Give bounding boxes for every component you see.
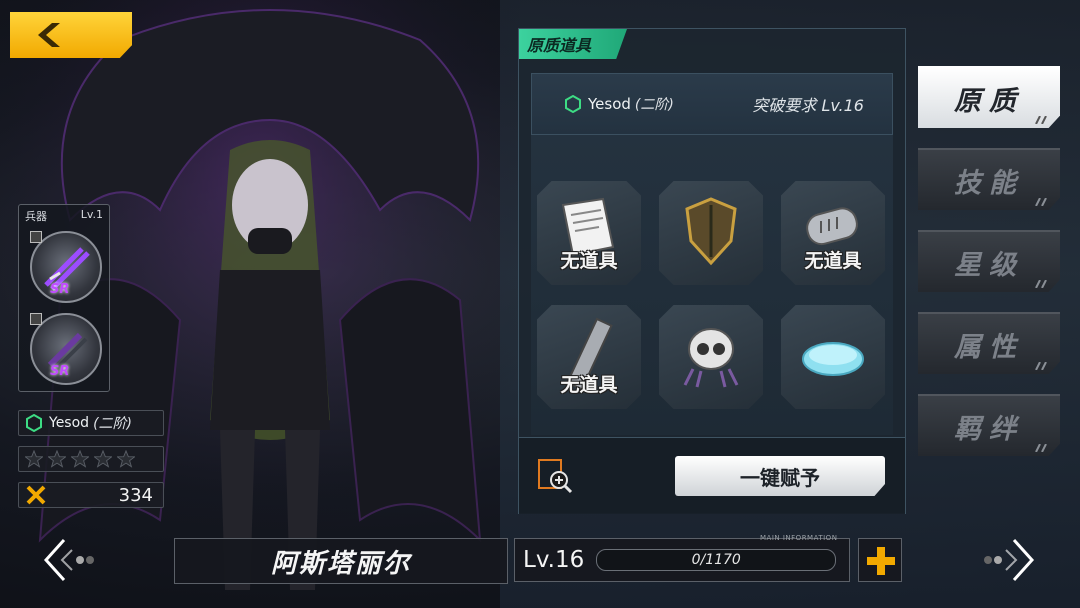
- stripes-icon: [1035, 116, 1047, 124]
- soap-icon: [802, 342, 864, 376]
- chevron-left-icon: [38, 23, 60, 47]
- requirement-class: Yesod: [588, 95, 631, 113]
- item-slot-book[interactable]: 无道具: [537, 181, 641, 285]
- tab-label: 羁绊: [954, 413, 1024, 445]
- tab-skills[interactable]: 技能: [918, 148, 1060, 210]
- class-row: Yesod (二阶): [18, 410, 164, 436]
- rarity-badge: SR: [50, 364, 70, 379]
- crossed-swords-icon: [26, 485, 46, 505]
- tab-label: 原质: [954, 85, 1024, 117]
- level-panel: Lv.16 0/1170: [514, 538, 850, 582]
- item-slot-shield[interactable]: [659, 181, 763, 285]
- weapon-level: Lv.1: [80, 208, 103, 221]
- no-item-label: 无道具: [560, 374, 618, 396]
- tab-label: 星级: [954, 249, 1024, 281]
- stripes-icon: [1035, 280, 1047, 288]
- hexagon-icon: [25, 414, 43, 432]
- star-icon: [71, 450, 89, 468]
- hexagon-icon: [564, 95, 582, 113]
- class-name: Yesod: [49, 415, 90, 431]
- weapon-slot-1[interactable]: SR: [30, 231, 102, 303]
- plus-icon: [867, 547, 895, 575]
- star-row: [18, 446, 164, 472]
- no-item-label: 无道具: [804, 250, 862, 272]
- item-grid: 无道具 无道具 无道具: [531, 135, 893, 435]
- tab-attributes[interactable]: 属性: [918, 312, 1060, 374]
- exp-text: 0/1170: [691, 552, 741, 568]
- tab-label: 技能: [954, 167, 1024, 199]
- tab-bonds[interactable]: 羁绊: [918, 394, 1060, 456]
- weapon-panel: 兵器 Lv.1 SR SR: [18, 204, 110, 392]
- panel-tab: 原质道具: [519, 29, 627, 59]
- stripes-icon: [1035, 198, 1047, 206]
- previous-character-icon[interactable]: [42, 534, 98, 586]
- rarity-badge: SR: [50, 282, 70, 297]
- tab-label: 属性: [954, 331, 1024, 363]
- main-info-label: MAIN INFORMATION: [760, 534, 838, 542]
- star-icon: [25, 450, 43, 468]
- item-slot-ruler[interactable]: 无道具: [537, 305, 641, 409]
- power-value: 334: [118, 484, 153, 506]
- tab-original-quality[interactable]: 原质: [918, 66, 1060, 128]
- skull-icon: [683, 328, 739, 388]
- item-slot-battery[interactable]: 无道具: [781, 181, 885, 285]
- item-panel-footer: 一键赋予: [519, 437, 905, 514]
- requirement-text: 突破要求 Lv.16: [752, 96, 864, 115]
- assign-all-button[interactable]: 一键赋予: [675, 456, 885, 496]
- requirement-bar: Yesod (二阶) 突破要求 Lv.16: [531, 73, 893, 135]
- magnify-detail-icon[interactable]: [535, 456, 575, 496]
- stripes-icon: [1035, 444, 1047, 452]
- exp-bar: 0/1170: [596, 549, 837, 571]
- level-label: Lv.16: [523, 547, 585, 573]
- stripes-icon: [1035, 362, 1047, 370]
- item-panel: 原质道具 Yesod (二阶) 突破要求 Lv.16 无道具 无道具 无道具 一…: [518, 28, 906, 514]
- add-exp-button[interactable]: [858, 538, 902, 582]
- tab-star-rank[interactable]: 星级: [918, 230, 1060, 292]
- item-slot-skull[interactable]: [659, 305, 763, 409]
- weapon-label: 兵器: [25, 210, 47, 223]
- star-icon: [117, 450, 135, 468]
- weapon-slot-2[interactable]: SR: [30, 313, 102, 385]
- class-tier: (二阶): [93, 416, 132, 432]
- power-row: 334: [18, 482, 164, 508]
- back-button[interactable]: [10, 12, 132, 58]
- next-character-icon[interactable]: [980, 534, 1036, 586]
- item-slot-soap[interactable]: [781, 305, 885, 409]
- star-icon: [94, 450, 112, 468]
- shield-icon: [685, 197, 737, 266]
- requirement-tier: (二阶): [634, 97, 674, 113]
- star-icon: [48, 450, 66, 468]
- character-name: 阿斯塔丽尔: [174, 538, 508, 584]
- no-item-label: 无道具: [560, 250, 618, 272]
